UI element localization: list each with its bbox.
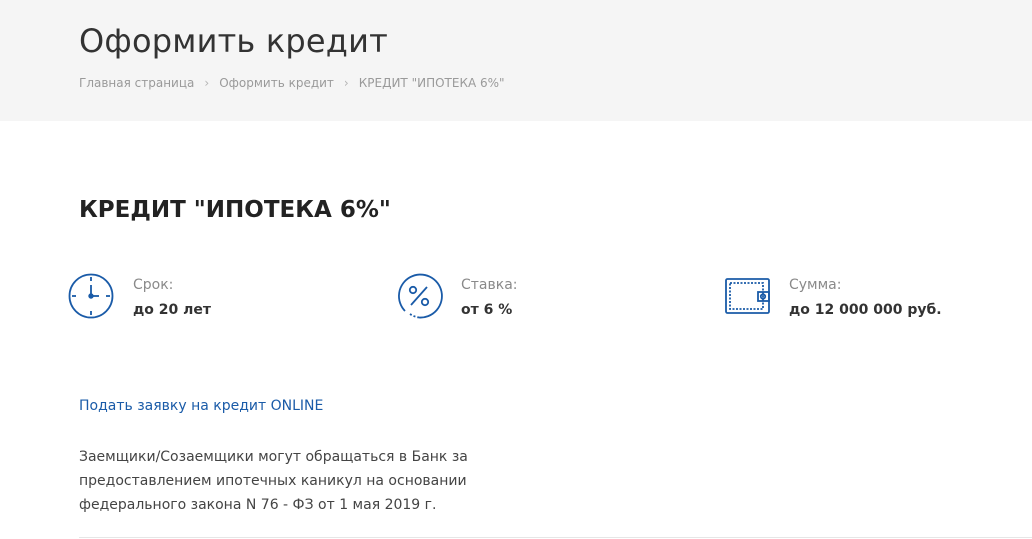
divider (79, 537, 1032, 538)
clock-icon (68, 272, 116, 320)
feature-term-label: Срок: (133, 277, 174, 293)
breadcrumb-item-home[interactable]: Главная страница (79, 76, 194, 90)
chevron-right-icon: › (343, 76, 349, 90)
breadcrumb-item-credit[interactable]: Оформить кредит (219, 76, 334, 90)
feature-term-value: до 20 лет (133, 302, 212, 318)
page-header: Оформить кредит Главная страница › Оформ… (0, 0, 1032, 121)
feature-amount-label: Сумма: (789, 277, 842, 293)
percent-icon (396, 272, 444, 320)
product-title: КРЕДИТ "ИПОТЕКА 6%" (79, 197, 391, 223)
wallet-icon (724, 272, 772, 320)
feature-rate-value: от 6 % (461, 302, 513, 318)
feature-rate-label: Ставка: (461, 277, 518, 293)
chevron-right-icon: › (204, 76, 210, 90)
feature-amount-value: до 12 000 000 руб. (789, 302, 942, 318)
page-title: Оформить кредит (79, 22, 388, 60)
info-text: Заемщики/Созаемщики могут обращаться в Б… (79, 449, 468, 513)
breadcrumb: Главная страница › Оформить кредит › КРЕ… (79, 76, 505, 90)
breadcrumb-item-current: КРЕДИТ "ИПОТЕКА 6%" (358, 76, 505, 90)
apply-online-link[interactable]: Подать заявку на кредит ONLINE (79, 398, 323, 414)
